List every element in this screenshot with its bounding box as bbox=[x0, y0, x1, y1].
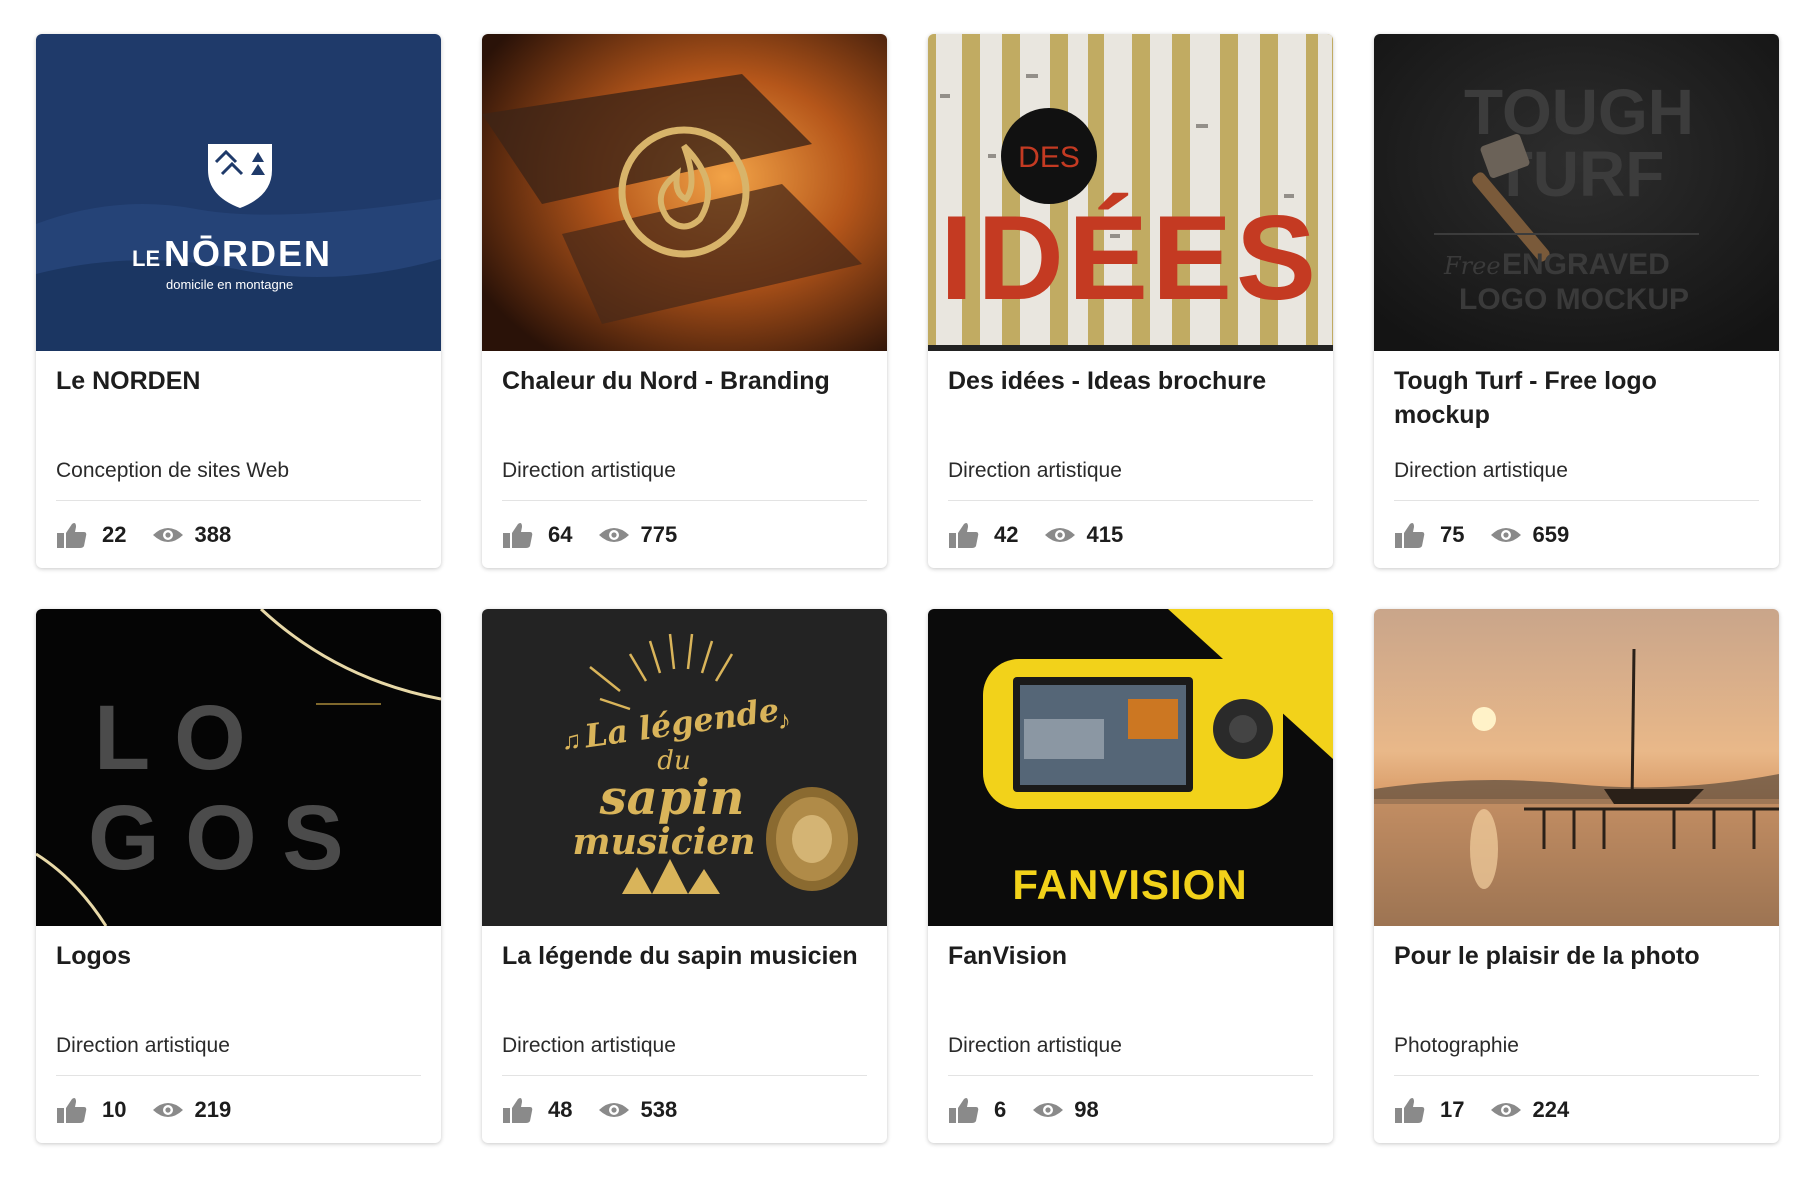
thumbs-up-icon bbox=[1394, 521, 1426, 549]
logos-line-1: L O bbox=[94, 687, 246, 789]
project-title[interactable]: Le NORDEN bbox=[56, 364, 421, 398]
views-count: 415 bbox=[1086, 522, 1124, 547]
card-divider bbox=[948, 500, 1313, 501]
project-card[interactable]: TOUGH TURF Free ENGRAVED LOGO MOCKUP Tou… bbox=[1374, 34, 1779, 568]
legend-line-3: sapin bbox=[599, 770, 745, 826]
project-stats: 17 224 bbox=[1394, 1094, 1569, 1126]
project-title[interactable]: Chaleur du Nord - Branding bbox=[502, 364, 867, 398]
views-count: 98 bbox=[1074, 1097, 1099, 1122]
project-title[interactable]: FanVision bbox=[948, 939, 1313, 973]
card-divider bbox=[56, 1075, 421, 1076]
likes-count: 22 bbox=[102, 522, 127, 547]
project-card[interactable]: DES IDÉES Des idées - Ideas brochure Dir… bbox=[928, 34, 1333, 568]
eye-icon bbox=[1490, 1100, 1522, 1120]
project-category: Direction artistique bbox=[948, 459, 1122, 482]
fanvision-wordmark: FANVISION bbox=[1012, 861, 1247, 908]
project-stats: 75 659 bbox=[1394, 519, 1569, 551]
thumbs-up-icon bbox=[1394, 1096, 1426, 1124]
card-divider bbox=[502, 500, 867, 501]
eye-icon bbox=[598, 1100, 630, 1120]
project-thumbnail[interactable] bbox=[1374, 609, 1779, 926]
likes-count: 64 bbox=[548, 522, 573, 547]
project-category: Direction artistique bbox=[502, 459, 676, 482]
engraved-text: ENGRAVED bbox=[1502, 248, 1670, 281]
views-count: 659 bbox=[1532, 522, 1570, 547]
likes-count: 75 bbox=[1440, 522, 1465, 547]
views-count: 224 bbox=[1532, 1097, 1570, 1122]
legend-line-4: musicien bbox=[573, 821, 756, 863]
project-category: Direction artistique bbox=[56, 1034, 230, 1057]
eye-icon bbox=[152, 525, 184, 545]
project-card[interactable]: L O G O S Logos Direction artistique 10 … bbox=[36, 609, 441, 1143]
project-title[interactable]: Des idées - Ideas brochure bbox=[948, 364, 1313, 398]
project-category: Photographie bbox=[1394, 1034, 1519, 1057]
thumbs-up-icon bbox=[948, 521, 980, 549]
project-stats: 6 98 bbox=[948, 1094, 1099, 1126]
eye-icon bbox=[1044, 525, 1076, 545]
idees-word: IDÉES bbox=[940, 191, 1320, 325]
project-thumbnail[interactable]: TOUGH TURF Free ENGRAVED LOGO MOCKUP bbox=[1374, 34, 1779, 351]
brand-name: NŌRDEN bbox=[164, 233, 332, 274]
project-category: Conception de sites Web bbox=[56, 459, 290, 482]
logos-line-2: G O S bbox=[88, 787, 344, 889]
project-card[interactable]: LE NŌRDEN domicile en montagne Le NORDEN… bbox=[36, 34, 441, 568]
eye-icon bbox=[1032, 1100, 1064, 1120]
project-category: Direction artistique bbox=[1394, 459, 1568, 482]
logo-mockup-text: LOGO MOCKUP bbox=[1459, 283, 1689, 316]
eye-icon bbox=[598, 525, 630, 545]
views-count: 538 bbox=[640, 1097, 678, 1122]
project-stats: 22 388 bbox=[56, 519, 231, 551]
project-thumbnail[interactable]: L O G O S bbox=[36, 609, 441, 926]
project-thumbnail[interactable] bbox=[482, 34, 887, 351]
brand-tagline: domicile en montagne bbox=[166, 277, 293, 292]
thumbs-up-icon bbox=[56, 1096, 88, 1124]
views-count: 219 bbox=[194, 1097, 232, 1122]
thumbs-up-icon bbox=[502, 521, 534, 549]
project-thumbnail[interactable]: La légende du sapin musicien ♫ ♪ bbox=[482, 609, 887, 926]
project-title[interactable]: Tough Turf - Free logo mockup bbox=[1394, 364, 1759, 432]
project-card[interactable]: FANVISION FanVision Direction artistique… bbox=[928, 609, 1333, 1143]
eye-icon bbox=[1490, 525, 1522, 545]
project-category: Direction artistique bbox=[502, 1034, 676, 1057]
project-category: Direction artistique bbox=[948, 1034, 1122, 1057]
project-thumbnail[interactable]: LE NŌRDEN domicile en montagne bbox=[36, 34, 441, 351]
likes-count: 48 bbox=[548, 1097, 573, 1122]
eye-icon bbox=[152, 1100, 184, 1120]
project-stats: 48 538 bbox=[502, 1094, 677, 1126]
project-card[interactable]: Pour le plaisir de la photo Photographie… bbox=[1374, 609, 1779, 1143]
card-divider bbox=[502, 1075, 867, 1076]
likes-count: 17 bbox=[1440, 1097, 1465, 1122]
likes-count: 42 bbox=[994, 522, 1019, 547]
card-divider bbox=[948, 1075, 1313, 1076]
views-count: 775 bbox=[640, 522, 678, 547]
likes-count: 6 bbox=[994, 1097, 1007, 1122]
card-divider bbox=[1394, 500, 1759, 501]
brand-prefix: LE bbox=[132, 246, 160, 271]
project-thumbnail[interactable]: DES IDÉES bbox=[928, 34, 1333, 351]
thumbs-up-icon bbox=[948, 1096, 980, 1124]
thumbs-up-icon bbox=[502, 1096, 534, 1124]
project-stats: 64 775 bbox=[502, 519, 677, 551]
project-grid: LE NŌRDEN domicile en montagne Le NORDEN… bbox=[36, 34, 1779, 1143]
project-title[interactable]: Logos bbox=[56, 939, 421, 973]
card-divider bbox=[56, 500, 421, 501]
likes-count: 10 bbox=[102, 1097, 127, 1122]
project-stats: 10 219 bbox=[56, 1094, 231, 1126]
free-text: Free bbox=[1443, 252, 1501, 280]
project-card[interactable]: Chaleur du Nord - Branding Direction art… bbox=[482, 34, 887, 568]
project-stats: 42 415 bbox=[948, 519, 1123, 551]
des-badge: DES bbox=[1018, 141, 1080, 174]
thumbs-up-icon bbox=[56, 521, 88, 549]
fanvision-device bbox=[983, 659, 1283, 809]
project-card[interactable]: La légende du sapin musicien ♫ ♪ La lége… bbox=[482, 609, 887, 1143]
card-divider bbox=[1394, 1075, 1759, 1076]
music-note-icon: ♪ bbox=[778, 705, 791, 735]
views-count: 388 bbox=[194, 522, 232, 547]
project-title[interactable]: La légende du sapin musicien bbox=[502, 939, 867, 973]
project-title[interactable]: Pour le plaisir de la photo bbox=[1394, 939, 1759, 973]
pine-cone-icon bbox=[766, 787, 858, 891]
music-note-icon: ♫ bbox=[562, 725, 582, 755]
project-thumbnail[interactable]: FANVISION bbox=[928, 609, 1333, 926]
